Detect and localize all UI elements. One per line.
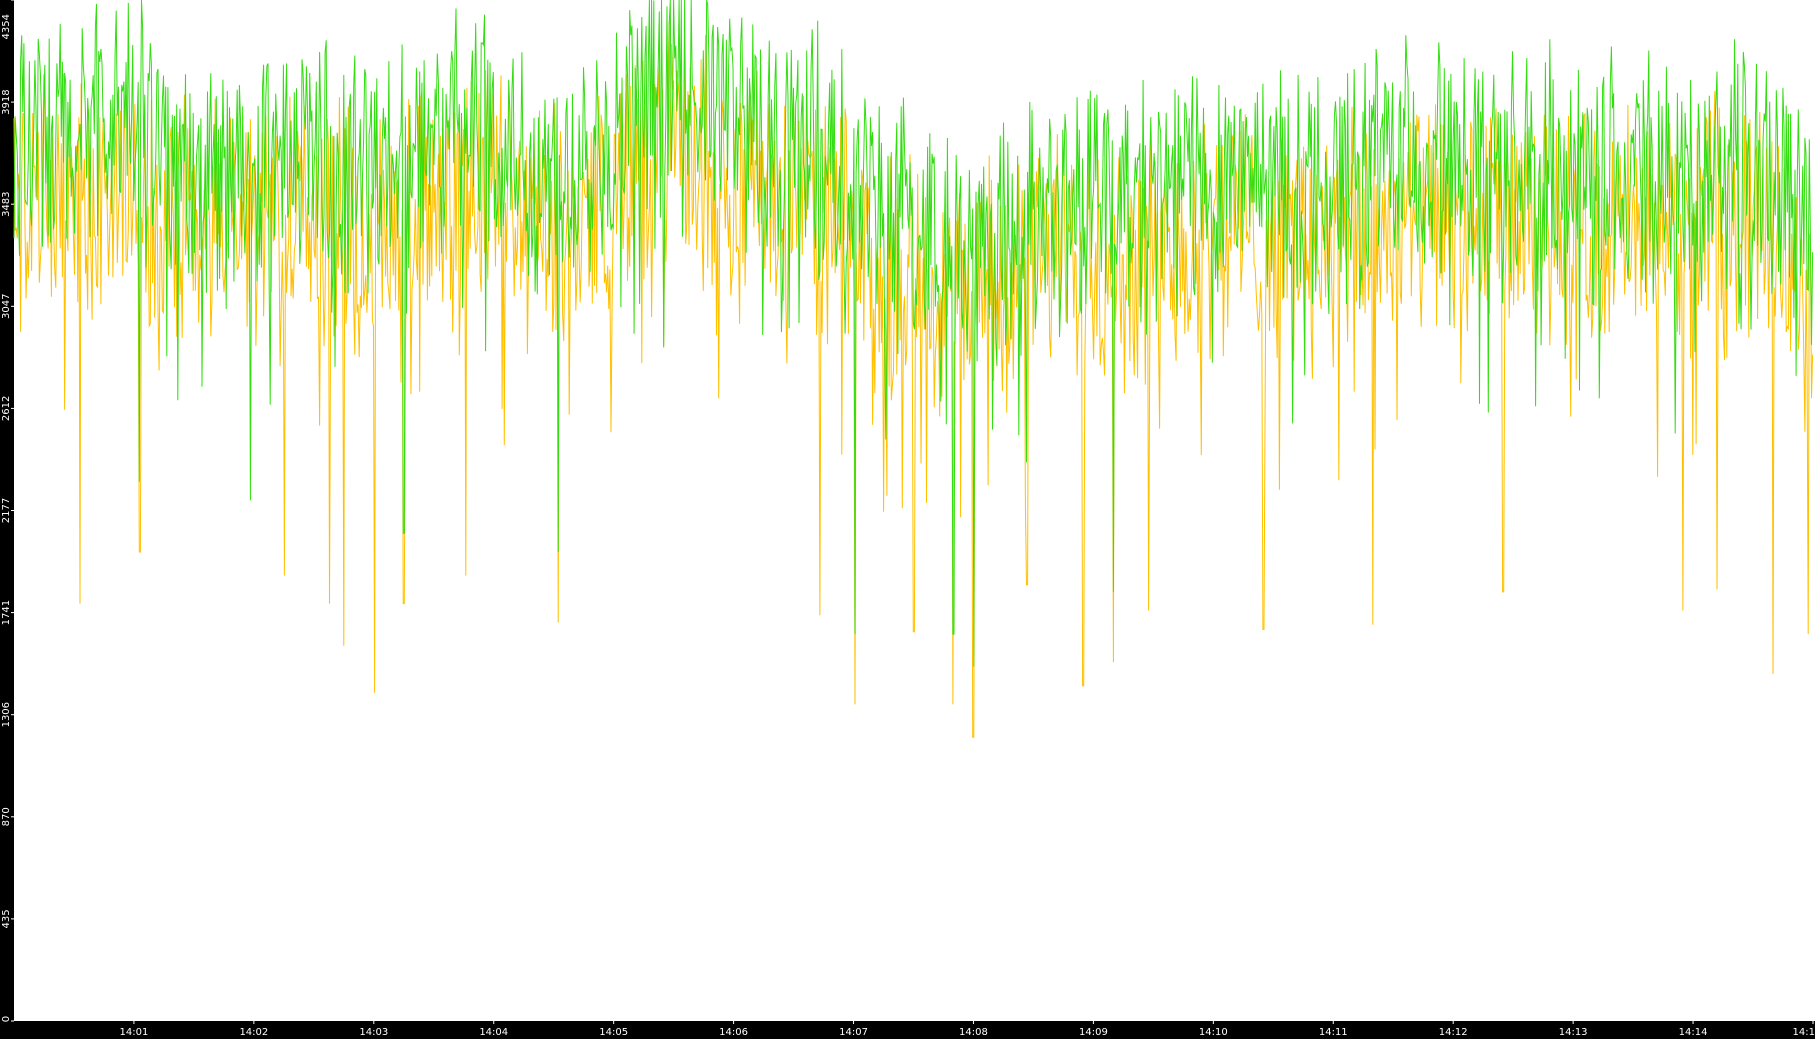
x-tick-label: 14:04: [479, 1027, 508, 1038]
x-tick-label: 14:02: [239, 1027, 268, 1038]
y-tick-label: 2612: [1, 396, 12, 421]
x-tick-label: 14:05: [599, 1027, 628, 1038]
y-tick-label: 3047: [1, 294, 12, 319]
y-tick-label: 1306: [1, 702, 12, 727]
y-tick-label: 2177: [1, 498, 12, 523]
x-tick-label: 14:12: [1439, 1027, 1468, 1038]
y-tick-label: 3918: [1, 89, 12, 114]
y-tick-label: 0: [1, 1016, 12, 1022]
y-tick-label: 435: [1, 909, 12, 928]
y-tick-label: 870: [1, 807, 12, 826]
x-tick-label: 14:13: [1559, 1027, 1588, 1038]
x-axis-panel: [0, 1021, 1815, 1039]
x-tick-label: 14:1: [1793, 1027, 1815, 1038]
x-tick-label: 14:09: [1079, 1027, 1108, 1038]
x-tick-label: 14:11: [1319, 1027, 1348, 1038]
x-tick-label: 14:08: [959, 1027, 988, 1038]
chart-svg: 043587013061741217726123047348339184354 …: [0, 0, 1815, 1039]
x-tick-label: 14:01: [120, 1027, 149, 1038]
y-tick-label: 1741: [1, 600, 12, 625]
x-tick-label: 14:03: [359, 1027, 388, 1038]
y-tick-label: 4354: [1, 14, 12, 39]
x-tick-label: 14:07: [839, 1027, 868, 1038]
x-tick-label: 14:10: [1199, 1027, 1228, 1038]
y-tick-label: 3483: [1, 191, 12, 216]
x-tick-label: 14:06: [719, 1027, 748, 1038]
x-tick-label: 14:14: [1679, 1027, 1708, 1038]
chart: 0 435 870 1306 1741 2177 2612 3047 3483 3918 4354 …: [0, 0, 1815, 1039]
